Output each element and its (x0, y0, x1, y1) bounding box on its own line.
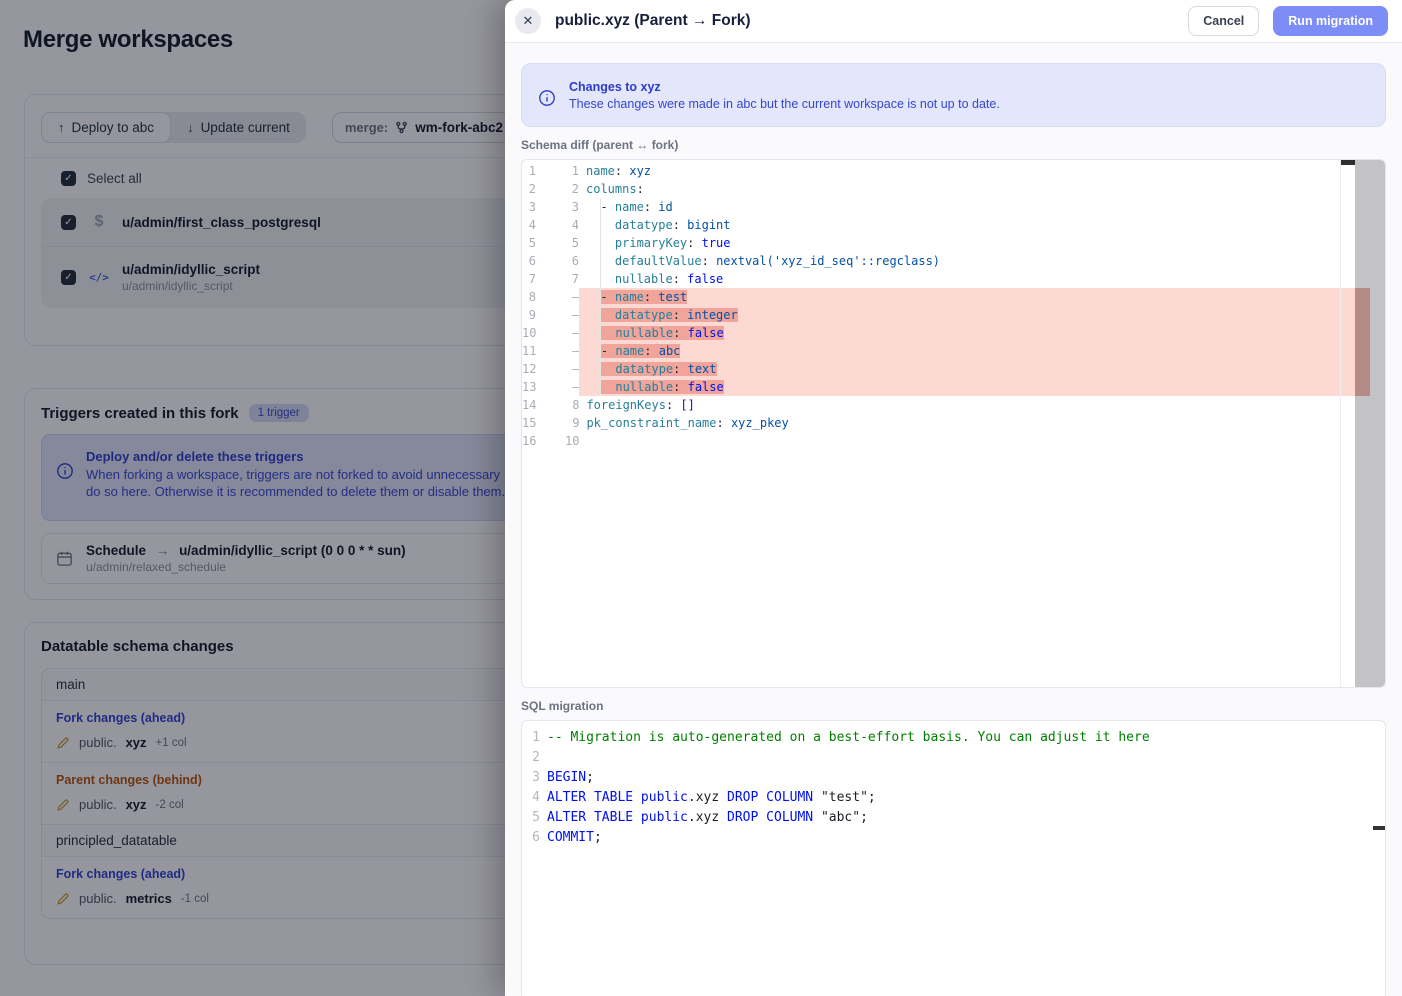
sql-migration-label: SQL migration (521, 699, 1386, 713)
drawer-body: Changes to xyz These changes were made i… (505, 43, 1402, 996)
close-icon: ✕ (523, 13, 534, 29)
diff-line: 10– nullable: false (522, 324, 1385, 342)
diff-line: 148foreignKeys: [] (522, 396, 1385, 414)
diff-overview-ruler[interactable] (1355, 160, 1385, 687)
run-migration-button[interactable]: Run migration (1273, 6, 1388, 36)
diff-line: 44 datatype: bigint (522, 216, 1385, 234)
cancel-button[interactable]: Cancel (1188, 6, 1259, 36)
diff-line: 22columns: (522, 180, 1385, 198)
diff-line: 33 - name: id (522, 198, 1385, 216)
drawer-header: ✕ public.xyz (Parent → Fork) Cancel Run … (505, 0, 1402, 43)
diff-line: 159pk_constraint_name: xyz_pkey (522, 414, 1385, 432)
diff-line: 11– - name: abc (522, 342, 1385, 360)
drawer-title: public.xyz (Parent → Fork) (555, 12, 1174, 30)
migration-drawer: ✕ public.xyz (Parent → Fork) Cancel Run … (505, 0, 1402, 996)
changes-info-banner: Changes to xyz These changes were made i… (521, 63, 1386, 127)
schema-diff-label: Schema diff (parent ↔ fork) (521, 138, 1386, 152)
sql-line: 4ALTER TABLE public.xyz DROP COLUMN "tes… (522, 788, 1385, 808)
screen: Merge workspaces ↑ Deploy to abc ↓ Updat… (0, 0, 1402, 996)
sql-line: 6COMMIT; (522, 828, 1385, 848)
sql-line: 5ALTER TABLE public.xyz DROP COLUMN "abc… (522, 808, 1385, 828)
schema-diff-editor[interactable]: 11name: xyz22columns:33 - name: id44 dat… (521, 159, 1386, 688)
diff-line: 55 primaryKey: true (522, 234, 1385, 252)
diff-line: 1610 (522, 432, 1385, 450)
sql-line: 1-- Migration is auto-generated on a bes… (522, 728, 1385, 748)
cursor-position-marker (1373, 826, 1385, 830)
sql-migration-editor[interactable]: 1-- Migration is auto-generated on a bes… (521, 720, 1386, 996)
banner-body: These changes were made in abc but the c… (569, 97, 1000, 111)
diff-line: 13– nullable: false (522, 378, 1385, 396)
sql-line: 3BEGIN; (522, 768, 1385, 788)
diff-line: 9– datatype: integer (522, 306, 1385, 324)
diff-line: 8– - name: test (522, 288, 1385, 306)
diff-line: 11name: xyz (522, 162, 1385, 180)
diff-line: 12– datatype: text (522, 360, 1385, 378)
cursor-position-marker (1341, 160, 1355, 165)
sql-line: 2 (522, 748, 1385, 768)
banner-title: Changes to xyz (569, 80, 1000, 94)
info-icon (538, 89, 556, 111)
diff-line: 77 nullable: false (522, 270, 1385, 288)
close-button[interactable]: ✕ (515, 8, 541, 34)
editor-scrollbar-border (1340, 160, 1341, 687)
diff-line: 66 defaultValue: nextval('xyz_id_seq'::r… (522, 252, 1385, 270)
deleted-region-marker (1355, 288, 1370, 396)
